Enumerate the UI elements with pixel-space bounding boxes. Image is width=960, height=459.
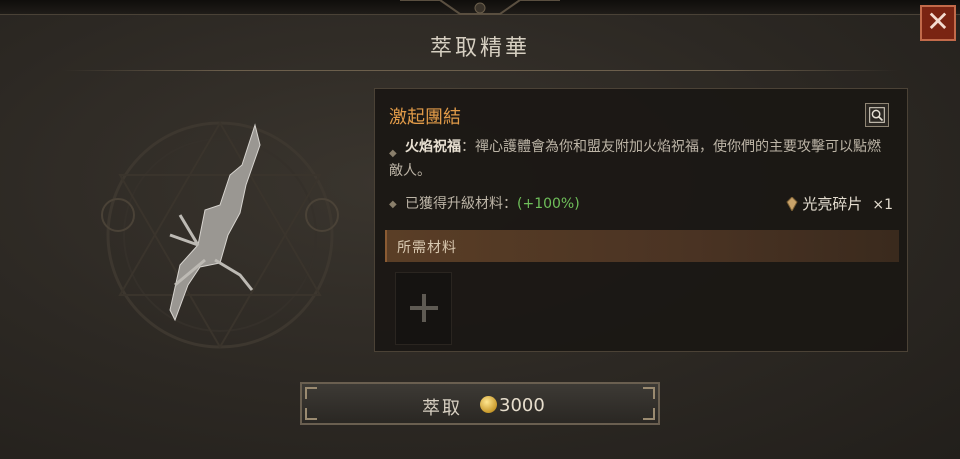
- upgrade-value: (+100%): [517, 196, 580, 212]
- aspect-effect: ◆ 火焰祝福：禪心護體會為你和盟友附加火焰祝福，使你們的主要攻擊可以點燃敵人。: [389, 135, 894, 183]
- effect-name: 火焰祝福: [405, 139, 461, 155]
- close-icon: ✕: [926, 5, 950, 38]
- extract-cost: 3000: [499, 395, 545, 416]
- button-corner: [643, 408, 655, 420]
- title-divider: [62, 70, 898, 71]
- magnify-icon[interactable]: [865, 103, 889, 127]
- button-corner: [643, 387, 655, 399]
- window-title: 萃取精華: [429, 36, 530, 61]
- reward-qty: ×1: [872, 197, 893, 213]
- bullet-icon: ◆: [389, 148, 397, 159]
- extract-essence-window: 萃取精華 ✕ 激起團結 ◆ 火焰祝福：禪心護體會為你和盟友附加火焰祝福，使你們的主…: [0, 0, 960, 459]
- button-corner: [305, 408, 317, 420]
- aspect-panel: 激起團結 ◆ 火焰祝福：禪心護體會為你和盟友附加火焰祝福，使你們的主要攻擊可以點燃…: [374, 88, 908, 352]
- close-button[interactable]: ✕: [920, 5, 956, 41]
- top-ornament-icon: [400, 0, 560, 15]
- reward-name: 光亮碎片: [802, 195, 863, 213]
- weapon-sigil-icon: [101, 121, 339, 349]
- extract-button[interactable]: 萃取 3000: [300, 382, 660, 425]
- materials-header: 所需材料: [385, 230, 899, 262]
- reward-item: 光亮碎片 ×1: [786, 193, 893, 214]
- extract-label: 萃取: [422, 398, 462, 419]
- upgrade-label: 已獲得升級材料：: [405, 196, 517, 212]
- gold-coin-icon: [480, 396, 497, 413]
- materials-label: 所需材料: [397, 240, 457, 256]
- upgrade-line: ◆ 已獲得升級材料：(+100%): [389, 193, 580, 213]
- aspect-name: 激起團結: [389, 107, 461, 128]
- effect-separator: ：: [461, 139, 475, 155]
- cross-icon: [410, 294, 438, 322]
- button-corner: [305, 387, 317, 399]
- material-slot[interactable]: [395, 272, 452, 345]
- bullet-icon: ◆: [389, 199, 397, 210]
- shard-icon: [786, 197, 798, 211]
